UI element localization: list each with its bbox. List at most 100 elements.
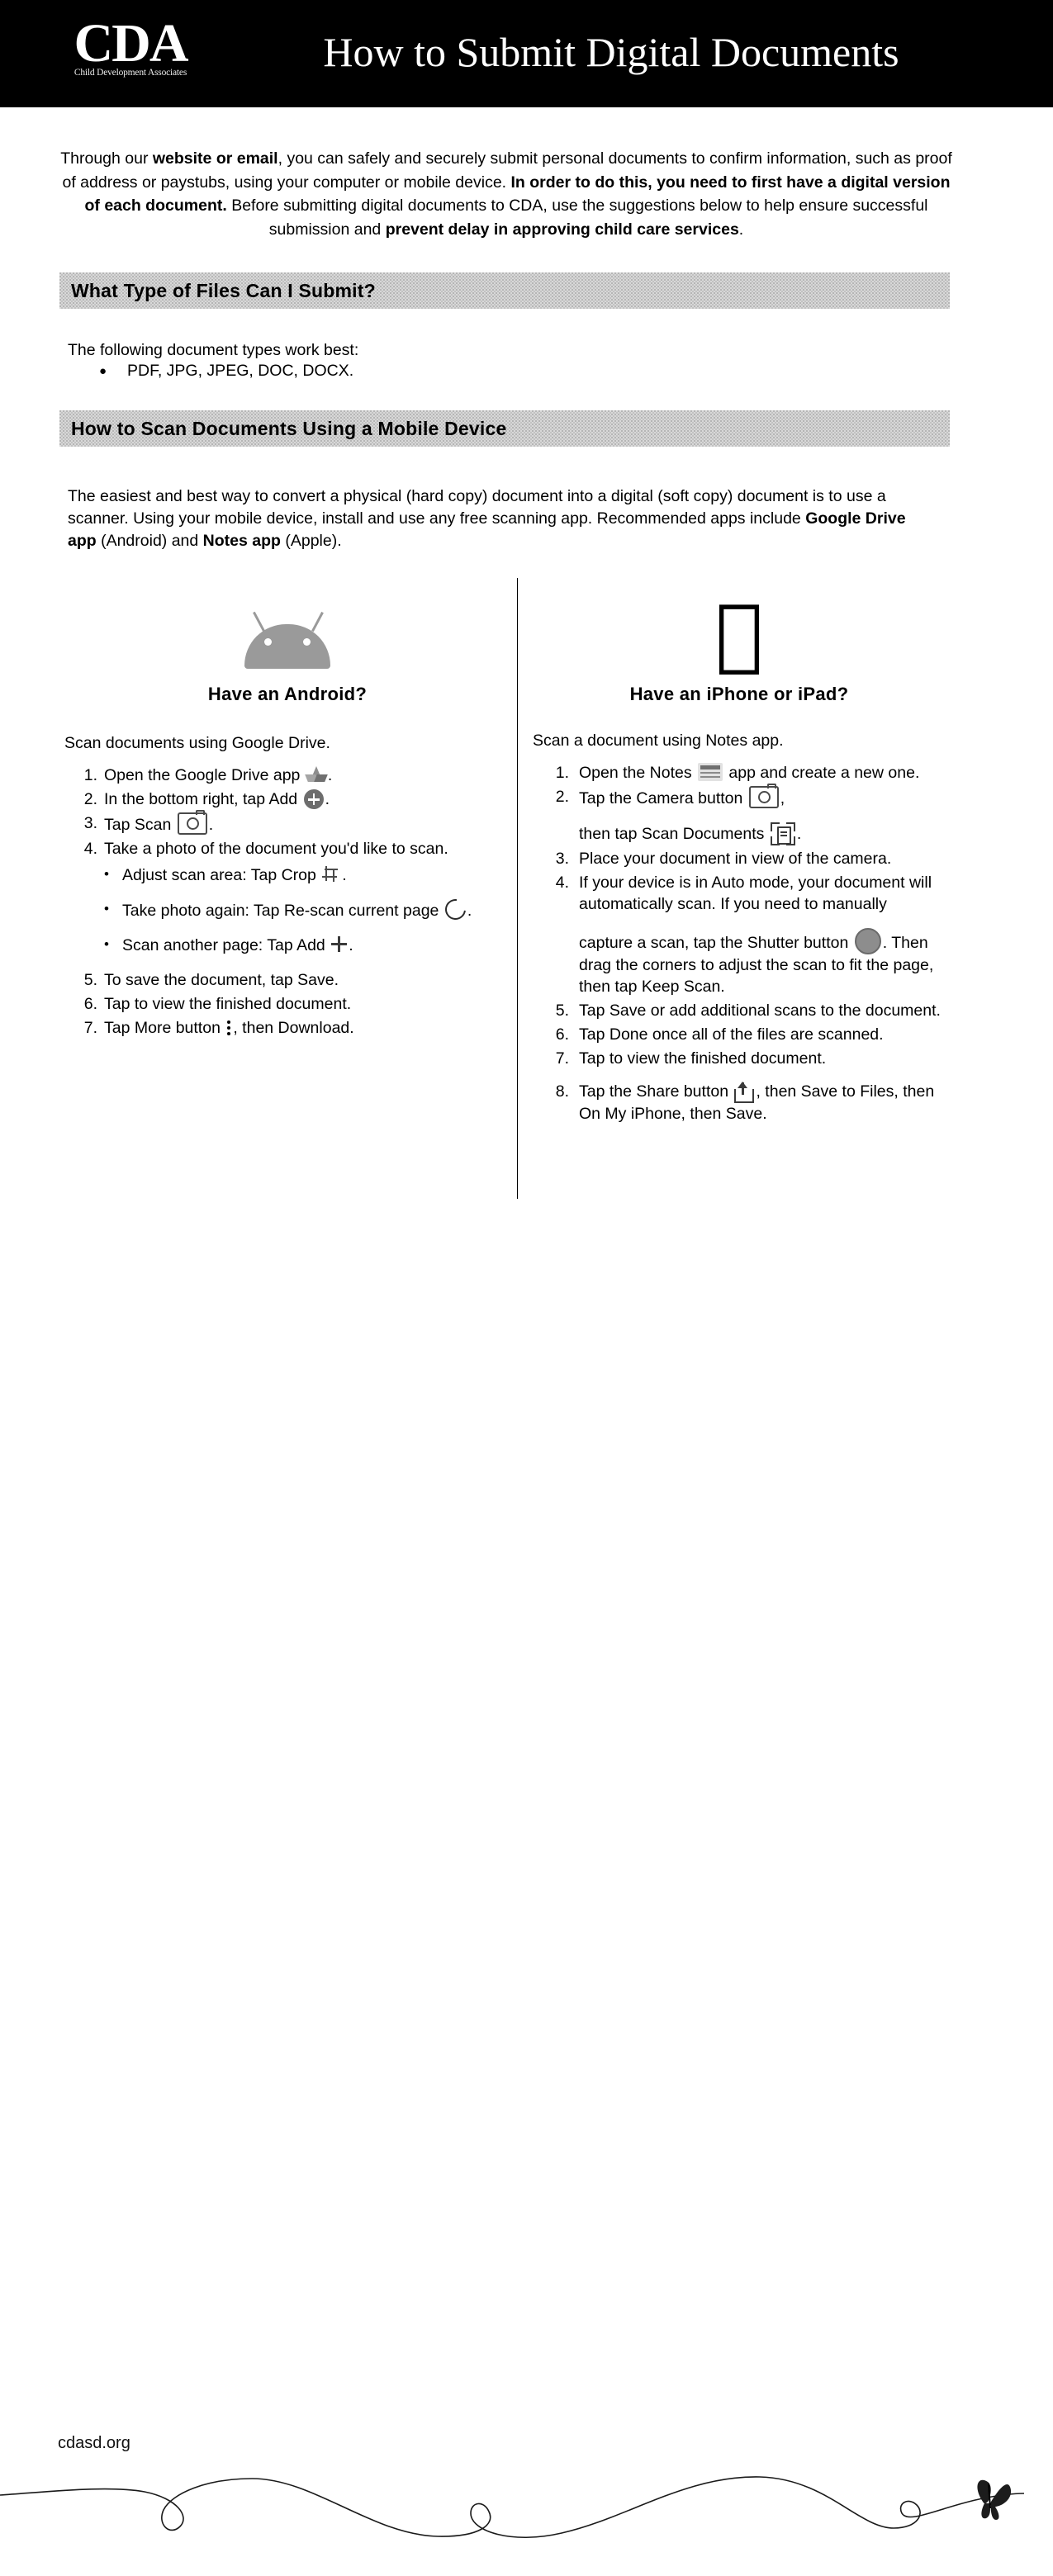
apple-step-2-continuation: then tap Scan Documents . [579, 822, 946, 845]
android-step-7-text: Tap More button [104, 1019, 225, 1037]
android-substeps-list: • Adjust scan area: Tap Crop . • Take ph… [104, 864, 510, 956]
android-step-2-number: 2. [83, 790, 97, 808]
substep-bullet-icon: • [104, 866, 109, 882]
android-step-3-number: 3. [83, 814, 97, 832]
android-eye-right [303, 638, 311, 646]
section-banner-scan-mobile: How to Scan Documents Using a Mobile Dev… [59, 410, 950, 447]
apple-step-4-continuation: capture a scan, tap the Shutter button .… [579, 928, 946, 997]
apple-column:  Have an iPhone or iPad? Scan a documen… [533, 578, 946, 1127]
file-types-bullet-label: PDF, JPG, JPEG, DOC, DOCX. [127, 362, 354, 380]
apple-step-6-number: 6. [555, 1025, 569, 1044]
android-substep-1: • Adjust scan area: Tap Crop . [104, 864, 510, 886]
android-antenna-right [311, 611, 324, 632]
file-types-bullet-item: ● PDF, JPG, JPEG, DOC, DOCX. [99, 362, 353, 381]
camera-icon [177, 810, 207, 835]
page-title: How to Submit Digital Documents [323, 29, 899, 75]
scan-text-2: (Android) and [96, 532, 203, 550]
android-step-2-text-after: . [325, 790, 330, 808]
android-step-3-text: Tap Scan [104, 816, 176, 834]
apple-step-8: 8. Tap the Share button , then Save to F… [533, 1081, 946, 1125]
apple-step-3-text: Place your document in view of the camer… [579, 850, 892, 868]
apple-step-4: 4. If your device is in Auto mode, your … [533, 872, 946, 997]
scan-paragraph: The easiest and best way to convert a ph… [68, 485, 927, 552]
android-substep-1-text: Adjust scan area: Tap Crop [122, 866, 321, 884]
apple-step-6-text: Tap Done once all of the files are scann… [579, 1025, 884, 1044]
android-substep-2-text-after: . [467, 902, 472, 920]
apple-step-4-text: If your device is in Auto mode, your doc… [579, 874, 932, 913]
notes-app-icon [698, 763, 723, 781]
apple-step-1-text: Open the Notes [579, 764, 697, 782]
android-substep-3: • Scan another page: Tap Add . [104, 935, 510, 956]
scan-text-3: (Apple). [280, 532, 342, 550]
android-step-1-text: Open the Google Drive app [104, 766, 305, 784]
apple-step-6: 6. Tap Done once all of the files are sc… [533, 1024, 946, 1045]
apple-heading: Have an iPhone or iPad? [629, 684, 849, 704]
logo-tagline: Child Development Associates [74, 68, 187, 78]
rescan-icon [440, 894, 470, 925]
scan-documents-icon [770, 822, 795, 845]
apple-step-2-text-after: , [780, 789, 785, 807]
add-circle-icon [303, 789, 324, 809]
section-banner-file-types: What Type of Files Can I Submit? [59, 272, 950, 309]
apple-step-4-cont-text: capture a scan, tap the Shutter button [579, 934, 853, 952]
bullet-dot-icon: ● [99, 364, 107, 378]
apple-step-4-number: 4. [555, 874, 569, 892]
apple-step-2: 2. Tap the Camera button , then tap Scan… [533, 784, 946, 845]
intro-paragraph: Through our website or email, you can sa… [56, 147, 956, 241]
apple-step-2-cont-text: then tap Scan Documents [579, 825, 769, 843]
more-vertical-icon [226, 1020, 231, 1036]
apple-step-2-cont-after: . [796, 825, 802, 843]
scan-bold-notes: Notes app [202, 532, 281, 550]
swirl-line [0, 2476, 1025, 2539]
scan-text-1: The easiest and best way to convert a ph… [68, 487, 886, 528]
footer-swirl-decoration [0, 2476, 1025, 2539]
android-step-7: 7. Tap More button , then Download. [64, 1017, 510, 1039]
apple-logo-icon:  [715, 594, 763, 673]
section-banner-scan-mobile-label: How to Scan Documents Using a Mobile Dev… [71, 417, 507, 439]
android-step-2-text: In the bottom right, tap Add [104, 790, 302, 808]
apple-step-3-number: 3. [555, 850, 569, 868]
android-head [244, 624, 330, 669]
substep-bullet-icon: • [104, 901, 109, 916]
intro-bold-1: website or email [152, 149, 278, 168]
footer-website-url[interactable]: cdasd.org [58, 2434, 130, 2453]
logo-wordmark: CDA [74, 13, 189, 73]
android-step-6-text: Tap to view the finished document. [104, 995, 352, 1013]
intro-text-1: Through our [60, 149, 153, 168]
android-step-1-number: 1. [83, 766, 97, 784]
apple-steps-list: 1. Open the Notes app and create a new o… [533, 762, 946, 1125]
butterfly-icon [977, 2479, 1012, 2520]
intro-text-4: . [738, 220, 744, 239]
column-divider [517, 578, 518, 1199]
page-header: CDA Child Development Associates How to … [0, 0, 1053, 107]
android-column: Have an Android? Scan documents using Go… [64, 578, 510, 1041]
google-drive-icon [305, 766, 328, 784]
android-icon-wrap [64, 578, 510, 669]
android-step-6-number: 6. [83, 995, 97, 1013]
android-step-1-text-after: . [327, 766, 333, 784]
android-antenna-left [253, 611, 265, 632]
apple-icon-wrap:  [533, 578, 946, 673]
apple-step-2-number: 2. [555, 788, 569, 806]
apple-step-7-text: Tap to view the finished document. [579, 1049, 827, 1068]
apple-step-8-number: 8. [555, 1082, 569, 1101]
apple-step-5: 5. Tap Save or add additional scans to t… [533, 1000, 946, 1021]
share-icon [734, 1081, 755, 1103]
android-substep-1-text-after: . [342, 866, 347, 884]
android-lead: Scan documents using Google Drive. [64, 734, 330, 752]
camera-icon [748, 784, 779, 808]
android-step-4: 4. Take a photo of the document you'd li… [64, 838, 510, 956]
plus-icon [331, 936, 348, 952]
android-steps-list: 1. Open the Google Drive app . 2. In the… [64, 765, 510, 1039]
intro-bold-3: prevent delay in approving child care se… [385, 220, 739, 239]
android-step-6: 6. Tap to view the finished document. [64, 993, 510, 1015]
apple-step-7-number: 7. [555, 1049, 569, 1068]
section-banner-file-types-label: What Type of Files Can I Submit? [71, 279, 376, 301]
apple-step-5-number: 5. [555, 1002, 569, 1020]
apple-step-3: 3. Place your document in view of the ca… [533, 848, 946, 869]
apple-step-1: 1. Open the Notes app and create a new o… [533, 762, 946, 784]
android-step-3-text-after: . [208, 816, 214, 834]
android-step-5: 5. To save the document, tap Save. [64, 969, 510, 991]
apple-step-2-text: Tap the Camera button [579, 789, 747, 807]
apple-step-5-text: Tap Save or add additional scans to the … [579, 1002, 941, 1020]
